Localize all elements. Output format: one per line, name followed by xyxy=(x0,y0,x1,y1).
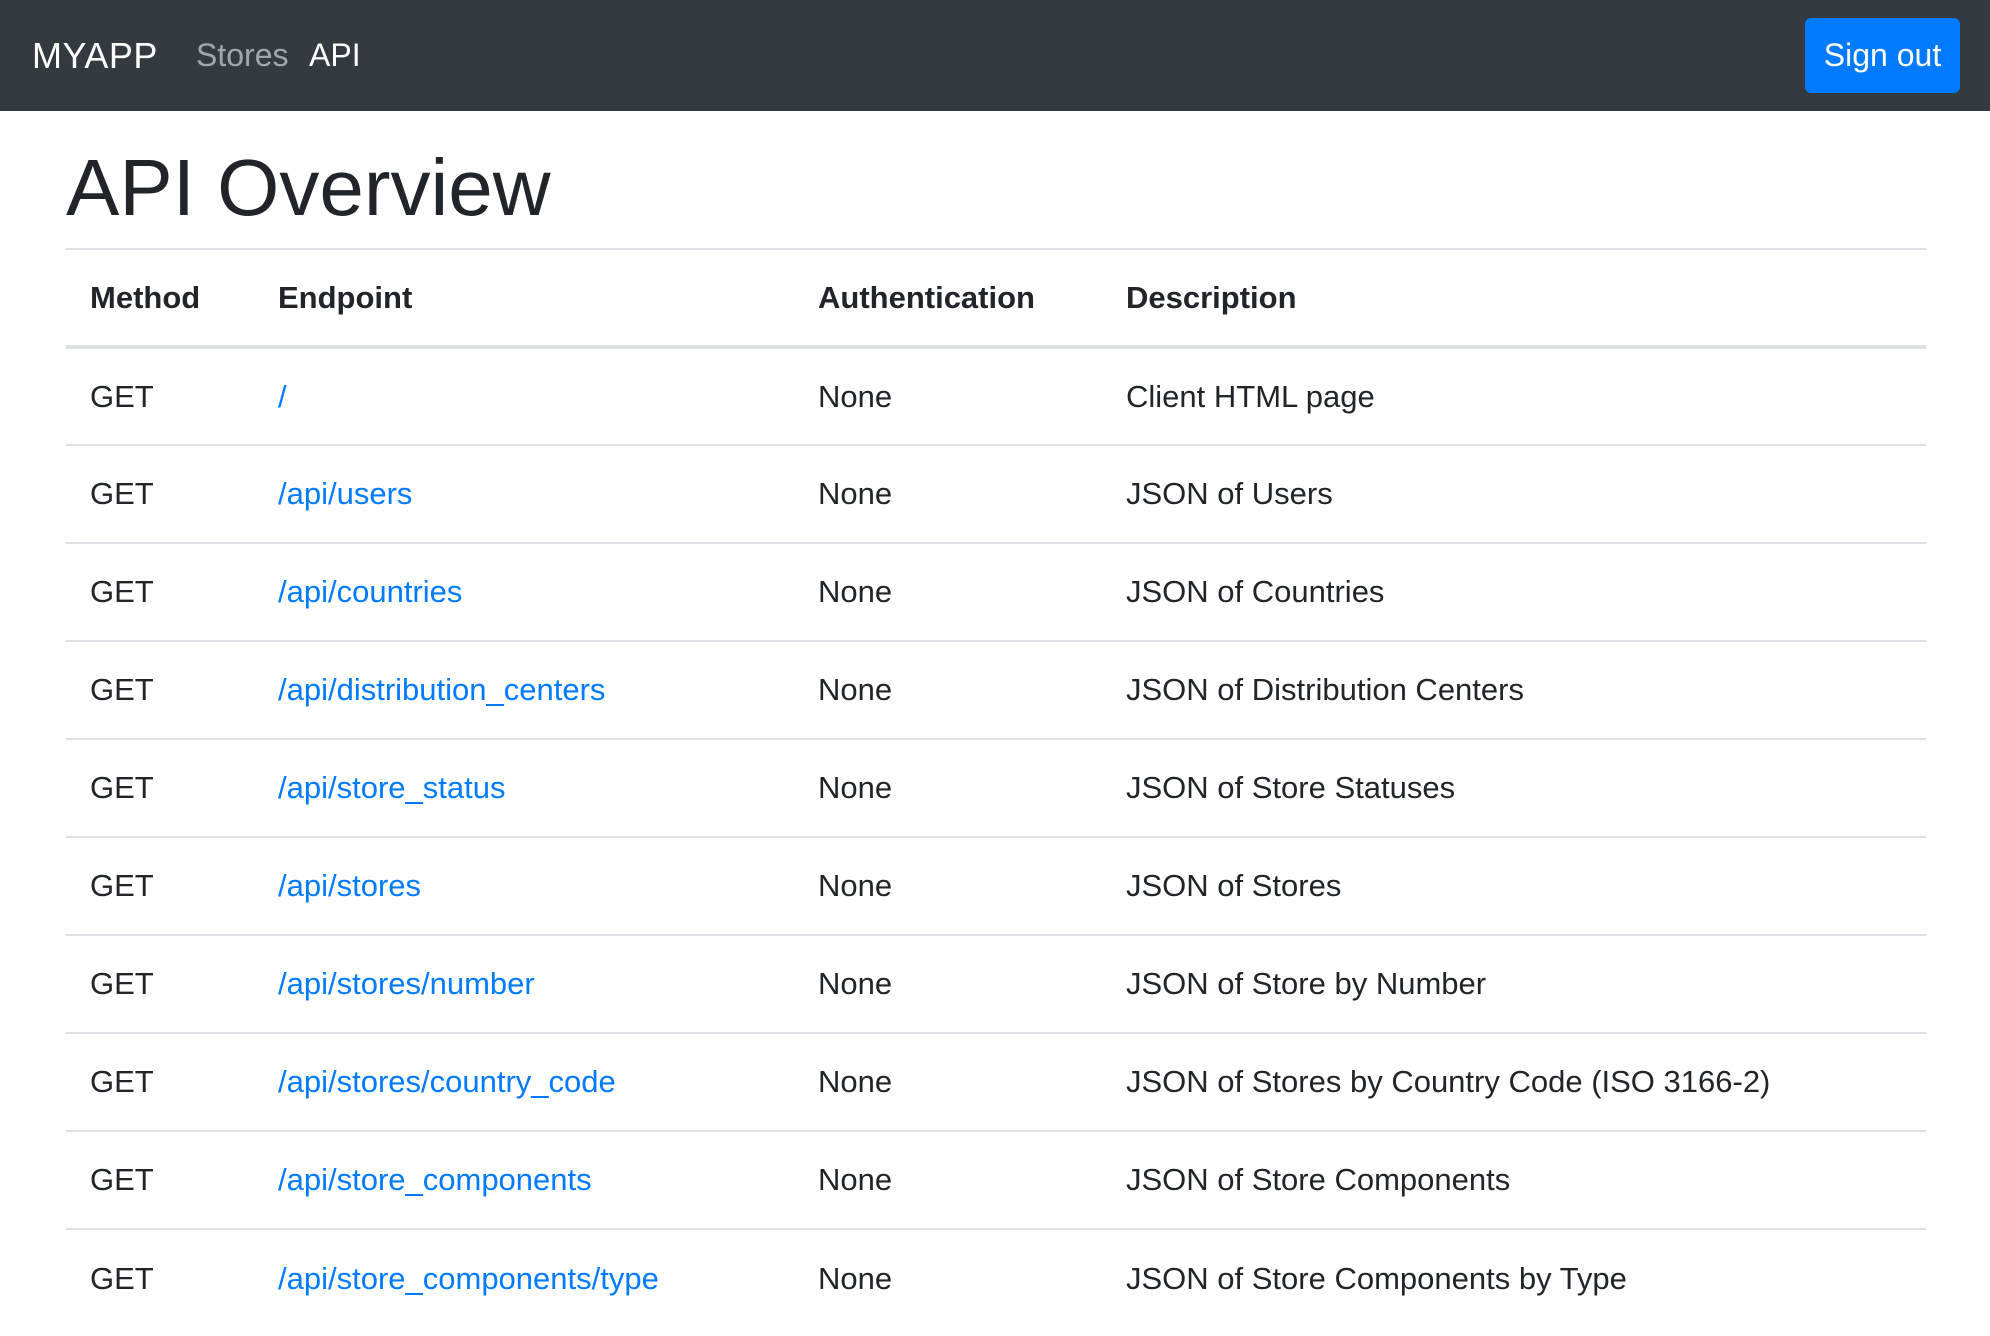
header-authentication: Authentication xyxy=(794,248,1102,349)
endpoint-link[interactable]: /api/store_components xyxy=(278,1162,592,1197)
method-cell: GET xyxy=(66,1130,254,1229)
table-header: Method Endpoint Authentication Descripti… xyxy=(66,248,1926,349)
table-row: GET /api/store_status None JSON of Store… xyxy=(66,738,1926,837)
endpoint-cell: /api/store_status xyxy=(254,738,794,837)
description-cell: JSON of Stores by Country Code (ISO 3166… xyxy=(1102,1032,1926,1131)
endpoint-link[interactable]: /api/store_components/type xyxy=(278,1261,659,1296)
method-cell: GET xyxy=(90,378,154,414)
description-cell: JSON of Distribution Centers xyxy=(1102,640,1926,739)
method-cell: GET xyxy=(66,542,254,641)
brand-logo[interactable]: MYAPP xyxy=(32,0,158,111)
description-cell: JSON of Store Components xyxy=(1102,1130,1926,1229)
endpoint-cell: /api/stores/number xyxy=(254,934,794,1033)
header-endpoint: Endpoint xyxy=(254,248,794,349)
method-cell: GET xyxy=(66,1032,254,1131)
endpoint-cell: /api/countries xyxy=(254,542,794,641)
method-cell: GET xyxy=(66,640,254,739)
description-cell: JSON of Store Components by Type xyxy=(1102,1228,1926,1327)
table-row: GET /api/store_components/type None JSON… xyxy=(66,1228,1926,1327)
table-row: GET /api/users None JSON of Users xyxy=(66,444,1926,543)
table-row: GET /api/stores/country_code None JSON o… xyxy=(66,1032,1926,1131)
auth-cell: None xyxy=(794,934,1102,1033)
auth-cell: None xyxy=(794,1032,1102,1131)
nav-link-api[interactable]: API xyxy=(309,0,361,111)
description-cell: JSON of Store Statuses xyxy=(1102,738,1926,837)
header-method: Method xyxy=(66,248,254,349)
api-endpoints-table: Method Endpoint Authentication Descripti… xyxy=(66,248,1926,1327)
endpoint-link[interactable]: /api/users xyxy=(278,476,412,511)
auth-cell: None xyxy=(794,444,1102,543)
auth-cell: None xyxy=(794,1228,1102,1327)
endpoint-cell: /api/stores xyxy=(254,836,794,935)
table-row: GET /api/distribution_centers None JSON … xyxy=(66,640,1926,739)
table-row: GET /api/store_components None JSON of S… xyxy=(66,1130,1926,1229)
method-cell: GET xyxy=(66,1228,254,1327)
description-cell: JSON of Countries xyxy=(1102,542,1926,641)
table-row: GET / None Client HTML page xyxy=(66,347,1926,445)
endpoint-link[interactable]: /api/stores xyxy=(278,868,421,903)
auth-cell: None xyxy=(818,378,893,414)
endpoint-link[interactable]: /api/store_status xyxy=(278,770,505,805)
endpoint-link[interactable]: /api/countries xyxy=(278,574,462,609)
endpoint-cell: / xyxy=(254,347,794,445)
nav-link-stores[interactable]: Stores xyxy=(196,0,288,111)
header-description: Description xyxy=(1102,248,1926,349)
table-header-row: Method Endpoint Authentication Descripti… xyxy=(66,248,1926,349)
endpoint-link[interactable]: /api/distribution_centers xyxy=(278,672,605,707)
sign-out-button[interactable]: Sign out xyxy=(1805,18,1960,93)
auth-cell: None xyxy=(794,542,1102,641)
auth-cell: None xyxy=(794,640,1102,739)
auth-cell: None xyxy=(794,836,1102,935)
table-row: GET /api/stores None JSON of Stores xyxy=(66,836,1926,935)
top-navbar: MYAPP Stores API Sign out xyxy=(0,0,1990,111)
table-row: GET /api/stores/number None JSON of Stor… xyxy=(66,934,1926,1033)
description-cell: Client HTML page xyxy=(1126,378,1375,414)
method-cell: GET xyxy=(66,444,254,543)
table-body: GET / None Client HTML page GET /api/use… xyxy=(66,347,1926,1327)
table-row: GET /api/countries None JSON of Countrie… xyxy=(66,542,1926,641)
auth-cell: None xyxy=(794,738,1102,837)
auth-cell: None xyxy=(794,1130,1102,1229)
method-cell: GET xyxy=(66,934,254,1033)
description-cell: JSON of Store by Number xyxy=(1102,934,1926,1033)
endpoint-cell: /api/distribution_centers xyxy=(254,640,794,739)
endpoint-cell: /api/store_components/type xyxy=(254,1228,794,1327)
method-cell: GET xyxy=(66,836,254,935)
endpoint-link[interactable]: / xyxy=(278,379,287,414)
endpoint-link[interactable]: /api/stores/country_code xyxy=(278,1064,616,1099)
endpoint-link[interactable]: /api/stores/number xyxy=(278,966,535,1001)
description-cell: JSON of Stores xyxy=(1102,836,1926,935)
method-cell: GET xyxy=(66,738,254,837)
description-cell: JSON of Users xyxy=(1102,444,1926,543)
page-title: API Overview xyxy=(66,143,551,232)
endpoint-cell: /api/store_components xyxy=(254,1130,794,1229)
endpoint-cell: /api/stores/country_code xyxy=(254,1032,794,1131)
endpoint-cell: /api/users xyxy=(254,444,794,543)
